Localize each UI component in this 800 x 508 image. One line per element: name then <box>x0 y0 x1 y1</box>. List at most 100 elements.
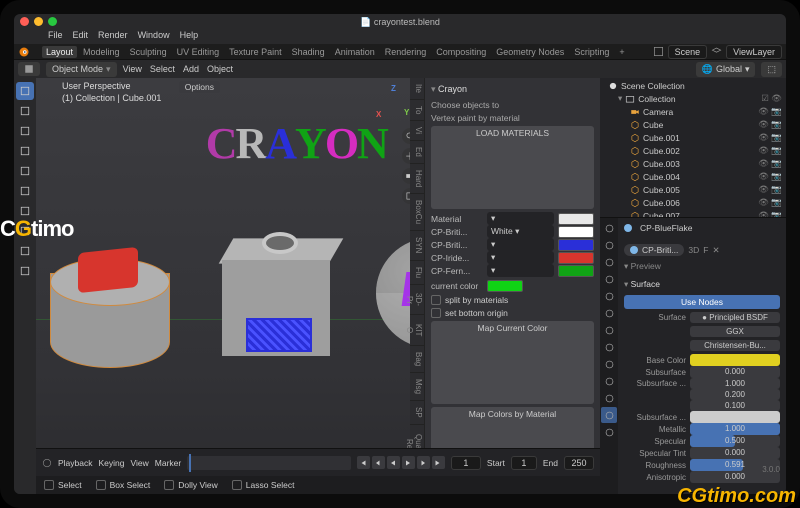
options-dropdown[interactable]: Options <box>179 81 220 93</box>
sss-method[interactable]: Christensen-Bu... <box>690 340 780 351</box>
ntab-3d-pr[interactable]: 3D-Pr <box>410 285 424 315</box>
menu-render[interactable]: Render <box>98 30 128 44</box>
ws-rendering[interactable]: Rendering <box>381 46 431 58</box>
select-box-tool[interactable] <box>16 102 34 120</box>
add-workspace[interactable]: + <box>615 46 628 58</box>
tl-marker[interactable]: Marker <box>155 458 181 468</box>
ws-geometry-nodes[interactable]: Geometry Nodes <box>492 46 568 58</box>
ws-modeling[interactable]: Modeling <box>79 46 124 58</box>
scene-selector[interactable]: Scene <box>668 45 708 59</box>
cursor-tool[interactable] <box>16 82 34 100</box>
out-item[interactable]: Camera👁 📷 <box>604 105 782 118</box>
material-name[interactable]: CP-BlueFlake <box>636 222 780 234</box>
out-item[interactable]: Cube.004👁 📷 <box>604 170 782 183</box>
ntab-ite[interactable]: Ite <box>410 78 424 100</box>
jump-start-icon[interactable] <box>357 456 370 469</box>
move-tool[interactable] <box>16 142 34 160</box>
ntab-sp[interactable]: SP <box>410 401 424 425</box>
ws-layout[interactable]: Layout <box>42 46 77 58</box>
current-color-swatch[interactable] <box>487 280 523 292</box>
prop-tab-view[interactable] <box>601 254 617 270</box>
hdr-select[interactable]: Select <box>150 64 175 74</box>
cylinder-object[interactable] <box>50 228 170 368</box>
end-frame[interactable]: 250 <box>564 456 594 470</box>
timeline[interactable]: Playback Keying View Marker 1 Start 1 En… <box>36 448 600 476</box>
ntab-flu[interactable]: Flu <box>410 261 424 285</box>
frame-scrubber[interactable] <box>187 456 351 470</box>
snap-toggle[interactable]: ⬚ <box>761 62 782 77</box>
viewlayer-selector[interactable]: ViewLayer <box>726 45 782 59</box>
ntab-bag[interactable]: Bag <box>410 346 424 373</box>
hdr-add[interactable]: Add <box>183 64 199 74</box>
origin-checkbox[interactable]: set bottom origin <box>431 308 594 318</box>
ws-texture-paint[interactable]: Texture Paint <box>225 46 286 58</box>
3d-viewport[interactable]: Options User Perspective (1) Collection … <box>36 78 600 494</box>
ntab-boxcu[interactable]: BoxCu <box>410 194 424 231</box>
prop-tab-physics[interactable] <box>601 356 617 372</box>
out-item[interactable]: Cube.003👁 📷 <box>604 157 782 170</box>
ws-uv-editing[interactable]: UV Editing <box>173 46 224 58</box>
prop-tab-scene[interactable] <box>601 271 617 287</box>
prev-key-icon[interactable] <box>372 456 385 469</box>
load-materials-button[interactable]: LOAD MATERIALS <box>431 126 594 209</box>
play-rev-icon[interactable] <box>387 456 400 469</box>
ntab-msg[interactable]: Msg <box>410 373 424 401</box>
prop-tab-world[interactable] <box>601 288 617 304</box>
measure-tool[interactable] <box>16 242 34 260</box>
prop-tab-particle[interactable] <box>601 339 617 355</box>
add-tool[interactable] <box>16 262 34 280</box>
ws-animation[interactable]: Animation <box>331 46 379 58</box>
surface-shader[interactable]: ● Principled BSDF <box>690 312 780 323</box>
prop-tab-object[interactable] <box>601 305 617 321</box>
ntab-to[interactable]: To <box>410 100 424 121</box>
unlink-icon[interactable]: ✕ <box>712 245 719 256</box>
out-item[interactable]: Cube.002👁 📷 <box>604 144 782 157</box>
prop-tab-texture[interactable] <box>601 424 617 440</box>
prop-tab-constraint[interactable] <box>601 373 617 389</box>
editor-type[interactable] <box>18 62 40 76</box>
ntab-syn[interactable]: SYN <box>410 231 424 260</box>
ntab-ed[interactable]: Ed <box>410 141 424 164</box>
out-item[interactable]: Cube.001👁 📷 <box>604 131 782 144</box>
orientation[interactable]: 🌐 Global ▾ <box>696 62 756 77</box>
ntab-vi[interactable]: Vi <box>410 121 424 141</box>
prop-tab-modifier[interactable] <box>601 322 617 338</box>
ws-scripting[interactable]: Scripting <box>570 46 613 58</box>
tl-keying[interactable]: Keying <box>99 458 125 468</box>
ntab-kit o[interactable]: KIT O <box>410 315 424 345</box>
play-icon[interactable] <box>402 456 415 469</box>
ws-shading[interactable]: Shading <box>288 46 329 58</box>
out-item[interactable]: Cube👁 📷 <box>604 118 782 131</box>
current-frame[interactable]: 1 <box>451 456 481 470</box>
hdr-view[interactable]: View <box>123 64 142 74</box>
next-key-icon[interactable] <box>417 456 430 469</box>
out-item[interactable]: Cube.006👁 📷 <box>604 196 782 209</box>
distribution[interactable]: GGX <box>690 326 780 337</box>
prop-tab-render[interactable] <box>601 220 617 236</box>
preview-section[interactable]: Preview <box>624 259 780 274</box>
jump-end-icon[interactable] <box>432 456 445 469</box>
use-nodes-button[interactable]: Use Nodes <box>624 295 780 309</box>
cursor-3d-tool[interactable] <box>16 122 34 140</box>
map-current-button[interactable]: Map Current Color <box>431 321 594 404</box>
out-item[interactable]: Cube.007👁 📷 <box>604 209 782 218</box>
menu-edit[interactable]: Edit <box>73 30 89 44</box>
prop-tab-output[interactable] <box>601 237 617 253</box>
scale-tool[interactable] <box>16 182 34 200</box>
surface-section[interactable]: Surface <box>624 277 780 292</box>
out-collection[interactable]: ▾Collection☑ 👁 <box>604 92 782 105</box>
out-item[interactable]: Cube.005👁 📷 <box>604 183 782 196</box>
out-scene[interactable]: Scene Collection <box>604 80 782 92</box>
rotate-tool[interactable] <box>16 162 34 180</box>
start-frame[interactable]: 1 <box>511 456 537 470</box>
outliner[interactable]: Scene Collection ▾Collection☑ 👁 Camera👁 … <box>600 78 786 218</box>
split-checkbox[interactable]: split by materials <box>431 295 594 305</box>
menu-file[interactable]: File <box>48 30 63 44</box>
material-slot[interactable]: CP-Briti... <box>624 244 684 256</box>
hdr-object[interactable]: Object <box>207 64 233 74</box>
ws-compositing[interactable]: Compositing <box>432 46 490 58</box>
prop-tab-data[interactable] <box>601 390 617 406</box>
cube-object[interactable] <box>216 218 346 368</box>
menu-window[interactable]: Window <box>138 30 170 44</box>
prop-tab-material[interactable] <box>601 407 617 423</box>
